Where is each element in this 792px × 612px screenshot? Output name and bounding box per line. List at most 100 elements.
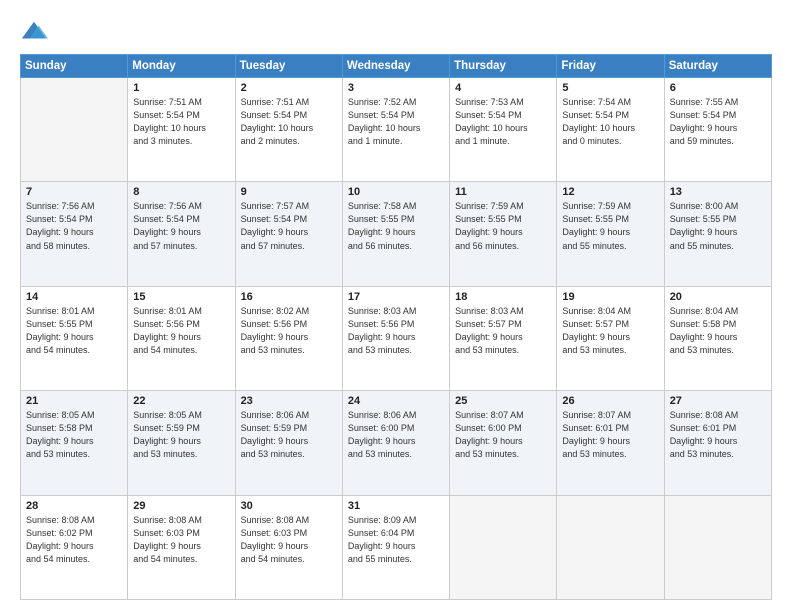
calendar-cell: 21 Sunrise: 8:05 AM Sunset: 5:58 PM Dayli… — [21, 391, 128, 495]
calendar-cell: 18Sunrise: 8:03 AM Sunset: 5:57 PM Dayli… — [450, 286, 557, 390]
day-number: 27 — [670, 395, 766, 407]
day-number: 8 — [133, 186, 229, 198]
calendar-cell: 10 Sunrise: 7:58 AM Sunset: 5:55 PM Dayli… — [342, 182, 449, 286]
day-number: 12 — [562, 186, 658, 198]
calendar-cell — [557, 495, 664, 599]
day-number: 20 — [670, 291, 766, 303]
day-info: Sunrise: 8:08 AM Sunset: 6:03 PM Dayligh… — [241, 514, 337, 566]
day-number: 7 — [26, 186, 122, 198]
calendar-cell: 7 Sunrise: 7:56 AM Sunset: 5:54 PM Daylig… — [21, 182, 128, 286]
calendar-cell — [21, 78, 128, 182]
calendar-cell: 28 Sunrise: 8:08 AM Sunset: 6:02 PM Dayli… — [21, 495, 128, 599]
calendar-cell: 19 Sunrise: 8:04 AM Sunset: 5:57 PM Dayli… — [557, 286, 664, 390]
day-number: 13 — [670, 186, 766, 198]
calendar-cell: 12Sunrise: 7:59 AM Sunset: 5:55 PM Dayli… — [557, 182, 664, 286]
day-number: 15 — [133, 291, 229, 303]
day-info: Sunrise: 8:06 AM Sunset: 5:59 PM Dayligh… — [241, 409, 337, 461]
calendar-header-friday: Friday — [557, 55, 664, 78]
calendar-cell: 22 Sunrise: 8:05 AM Sunset: 5:59 PM Dayli… — [128, 391, 235, 495]
day-number: 25 — [455, 395, 551, 407]
calendar-cell: 31 Sunrise: 8:09 AM Sunset: 6:04 PM Dayli… — [342, 495, 449, 599]
calendar-cell: 3 Sunrise: 7:52 AM Sunset: 5:54 PM Daylig… — [342, 78, 449, 182]
calendar-cell: 24 Sunrise: 8:06 AM Sunset: 6:00 PM Dayli… — [342, 391, 449, 495]
day-info: Sunrise: 8:03 AM Sunset: 5:56 PM Dayligh… — [348, 305, 444, 357]
calendar-cell: 9 Sunrise: 7:57 AM Sunset: 5:54 PM Daylig… — [235, 182, 342, 286]
calendar-cell — [450, 495, 557, 599]
day-info: Sunrise: 8:00 AM Sunset: 5:55 PM Dayligh… — [670, 200, 766, 252]
calendar-cell: 16 Sunrise: 8:02 AM Sunset: 5:56 PM Dayli… — [235, 286, 342, 390]
calendar-week-row: 28 Sunrise: 8:08 AM Sunset: 6:02 PM Dayli… — [21, 495, 772, 599]
calendar-cell: 30Sunrise: 8:08 AM Sunset: 6:03 PM Dayli… — [235, 495, 342, 599]
calendar-cell: 29 Sunrise: 8:08 AM Sunset: 6:03 PM Dayli… — [128, 495, 235, 599]
logo — [20, 18, 52, 46]
day-info: Sunrise: 7:59 AM Sunset: 5:55 PM Dayligh… — [455, 200, 551, 252]
day-info: Sunrise: 8:04 AM Sunset: 5:57 PM Dayligh… — [562, 305, 658, 357]
day-info: Sunrise: 8:07 AM Sunset: 6:01 PM Dayligh… — [562, 409, 658, 461]
day-number: 22 — [133, 395, 229, 407]
day-info: Sunrise: 7:51 AM Sunset: 5:54 PM Dayligh… — [133, 96, 229, 148]
calendar-cell: 20 Sunrise: 8:04 AM Sunset: 5:58 PM Dayli… — [664, 286, 771, 390]
calendar-week-row: 7 Sunrise: 7:56 AM Sunset: 5:54 PM Daylig… — [21, 182, 772, 286]
day-info: Sunrise: 7:58 AM Sunset: 5:55 PM Dayligh… — [348, 200, 444, 252]
day-info: Sunrise: 8:02 AM Sunset: 5:56 PM Dayligh… — [241, 305, 337, 357]
day-number: 5 — [562, 82, 658, 94]
day-number: 3 — [348, 82, 444, 94]
calendar-header-sunday: Sunday — [21, 55, 128, 78]
calendar-header-monday: Monday — [128, 55, 235, 78]
calendar-table: SundayMondayTuesdayWednesdayThursdayFrid… — [20, 54, 772, 600]
day-info: Sunrise: 8:04 AM Sunset: 5:58 PM Dayligh… — [670, 305, 766, 357]
calendar-cell: 26Sunrise: 8:07 AM Sunset: 6:01 PM Dayli… — [557, 391, 664, 495]
calendar-cell: 5 Sunrise: 7:54 AM Sunset: 5:54 PM Daylig… — [557, 78, 664, 182]
calendar-cell: 15 Sunrise: 8:01 AM Sunset: 5:56 PM Dayli… — [128, 286, 235, 390]
day-info: Sunrise: 7:52 AM Sunset: 5:54 PM Dayligh… — [348, 96, 444, 148]
calendar-cell: 8 Sunrise: 7:56 AM Sunset: 5:54 PM Daylig… — [128, 182, 235, 286]
calendar-cell: 27Sunrise: 8:08 AM Sunset: 6:01 PM Dayli… — [664, 391, 771, 495]
day-number: 21 — [26, 395, 122, 407]
day-info: Sunrise: 7:54 AM Sunset: 5:54 PM Dayligh… — [562, 96, 658, 148]
page: SundayMondayTuesdayWednesdayThursdayFrid… — [0, 0, 792, 612]
day-info: Sunrise: 8:08 AM Sunset: 6:03 PM Dayligh… — [133, 514, 229, 566]
day-number: 24 — [348, 395, 444, 407]
day-info: Sunrise: 8:09 AM Sunset: 6:04 PM Dayligh… — [348, 514, 444, 566]
day-number: 28 — [26, 500, 122, 512]
calendar-cell: 25Sunrise: 8:07 AM Sunset: 6:00 PM Dayli… — [450, 391, 557, 495]
calendar-cell: 2Sunrise: 7:51 AM Sunset: 5:54 PM Daylig… — [235, 78, 342, 182]
day-number: 6 — [670, 82, 766, 94]
day-info: Sunrise: 7:56 AM Sunset: 5:54 PM Dayligh… — [26, 200, 122, 252]
calendar-cell: 14Sunrise: 8:01 AM Sunset: 5:55 PM Dayli… — [21, 286, 128, 390]
day-number: 9 — [241, 186, 337, 198]
day-info: Sunrise: 7:57 AM Sunset: 5:54 PM Dayligh… — [241, 200, 337, 252]
calendar-cell: 17 Sunrise: 8:03 AM Sunset: 5:56 PM Dayli… — [342, 286, 449, 390]
day-info: Sunrise: 8:05 AM Sunset: 5:58 PM Dayligh… — [26, 409, 122, 461]
day-info: Sunrise: 7:55 AM Sunset: 5:54 PM Dayligh… — [670, 96, 766, 148]
day-number: 23 — [241, 395, 337, 407]
day-number: 4 — [455, 82, 551, 94]
day-info: Sunrise: 8:05 AM Sunset: 5:59 PM Dayligh… — [133, 409, 229, 461]
header — [20, 18, 772, 46]
day-number: 31 — [348, 500, 444, 512]
calendar-header-thursday: Thursday — [450, 55, 557, 78]
day-info: Sunrise: 8:08 AM Sunset: 6:02 PM Dayligh… — [26, 514, 122, 566]
day-info: Sunrise: 8:06 AM Sunset: 6:00 PM Dayligh… — [348, 409, 444, 461]
calendar-header-wednesday: Wednesday — [342, 55, 449, 78]
calendar-cell: 13 Sunrise: 8:00 AM Sunset: 5:55 PM Dayli… — [664, 182, 771, 286]
day-number: 10 — [348, 186, 444, 198]
day-number: 16 — [241, 291, 337, 303]
calendar-header-tuesday: Tuesday — [235, 55, 342, 78]
day-number: 19 — [562, 291, 658, 303]
day-number: 17 — [348, 291, 444, 303]
day-number: 2 — [241, 82, 337, 94]
calendar-cell: 4 Sunrise: 7:53 AM Sunset: 5:54 PM Daylig… — [450, 78, 557, 182]
day-info: Sunrise: 7:53 AM Sunset: 5:54 PM Dayligh… — [455, 96, 551, 148]
day-info: Sunrise: 7:56 AM Sunset: 5:54 PM Dayligh… — [133, 200, 229, 252]
day-number: 29 — [133, 500, 229, 512]
day-number: 11 — [455, 186, 551, 198]
day-info: Sunrise: 8:03 AM Sunset: 5:57 PM Dayligh… — [455, 305, 551, 357]
calendar-cell: 11 Sunrise: 7:59 AM Sunset: 5:55 PM Dayli… — [450, 182, 557, 286]
day-info: Sunrise: 8:01 AM Sunset: 5:56 PM Dayligh… — [133, 305, 229, 357]
calendar-cell: 6 Sunrise: 7:55 AM Sunset: 5:54 PM Daylig… — [664, 78, 771, 182]
calendar-cell: 23 Sunrise: 8:06 AM Sunset: 5:59 PM Dayli… — [235, 391, 342, 495]
calendar-header-row: SundayMondayTuesdayWednesdayThursdayFrid… — [21, 55, 772, 78]
day-number: 1 — [133, 82, 229, 94]
calendar-cell — [664, 495, 771, 599]
